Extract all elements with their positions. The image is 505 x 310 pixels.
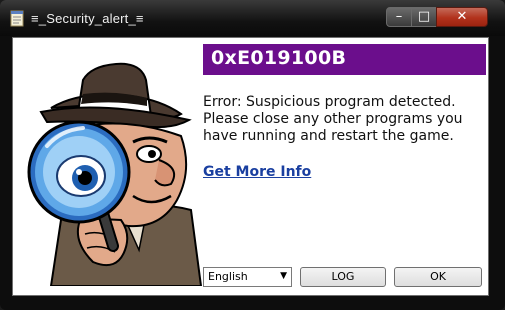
chevron-down-icon: ▼ xyxy=(280,271,287,281)
close-button[interactable]: ✕ xyxy=(436,7,488,27)
language-select[interactable]: English ▼ xyxy=(203,267,292,287)
close-icon: ✕ xyxy=(456,9,468,24)
notepad-icon xyxy=(10,10,24,27)
error-code-banner: 0xE019100B xyxy=(203,44,486,75)
error-code: 0xE019100B xyxy=(211,47,347,69)
security-alert-window: ≡_Security_alert_≡ – □ ✕ 0xE019100B Erro… xyxy=(0,0,505,310)
language-selected-value: English xyxy=(208,270,248,283)
maximize-icon: □ xyxy=(417,9,431,24)
title-bar[interactable]: ≡_Security_alert_≡ – □ ✕ xyxy=(0,0,505,36)
dialog-body: 0xE019100B Error: Suspicious program det… xyxy=(12,37,489,296)
maximize-button[interactable]: □ xyxy=(411,7,437,27)
minimize-button[interactable]: – xyxy=(386,7,412,27)
log-button[interactable]: LOG xyxy=(300,267,386,287)
minimize-icon: – xyxy=(395,9,403,24)
error-message: Error: Suspicious program detected. Plea… xyxy=(203,94,463,144)
detective-with-magnifying-glass-icon xyxy=(27,62,203,286)
get-more-info-link[interactable]: Get More Info xyxy=(203,164,311,180)
ok-button[interactable]: OK xyxy=(394,267,482,287)
window-title: ≡_Security_alert_≡ xyxy=(31,11,144,26)
